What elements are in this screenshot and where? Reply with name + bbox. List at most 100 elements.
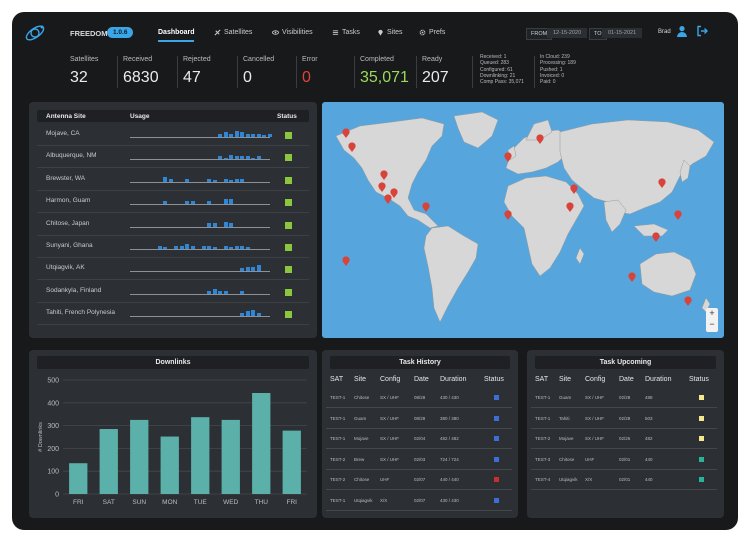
y-axis-label: # Downlinks — [38, 422, 44, 452]
usage-bar — [240, 245, 244, 249]
downlinks-chart: 0 100 200 300 400 500 # Downlinks FRI SAT SUN MON T… — [38, 378, 307, 506]
antenna-row[interactable]: Harmon, Guam — [37, 191, 309, 214]
antenna-row[interactable]: Utqiagvik, AK — [37, 258, 309, 281]
usage-bar — [245, 247, 250, 249]
nav-tasks[interactable]: Tasks — [332, 29, 360, 36]
column-header[interactable]: SAT — [330, 376, 343, 383]
downlinks-bar[interactable] — [282, 430, 301, 494]
status-indicator — [285, 199, 292, 207]
usage-bar — [223, 221, 228, 227]
nav-visibilities[interactable]: Visibilities — [272, 29, 313, 36]
usage-bar — [168, 178, 173, 182]
antenna-row[interactable]: Tahiti, French Polynesia — [37, 303, 309, 326]
to-date-input[interactable]: 01-15-2021 — [602, 28, 643, 38]
cell-date: 02/04 — [414, 436, 426, 441]
downlinks-bar[interactable] — [160, 436, 179, 494]
table-row[interactable]: TEST-1 Chitose SX / UHF 08/28 430 / 430 — [326, 388, 512, 408]
y-tick-label: 100 — [47, 469, 59, 476]
table-row[interactable]: TEST-1 Utqiagvik X/X 02/07 430 / 430 — [326, 491, 512, 511]
site-marker-icon[interactable] — [652, 232, 660, 242]
greenland-land — [453, 111, 499, 149]
table-row[interactable]: TEST-1 Guam SX / UHF 02/28 488 — [531, 388, 717, 408]
cell-duration: 380 / 380 — [440, 415, 459, 421]
downlinks-bar[interactable] — [69, 463, 88, 494]
column-header[interactable]: Duration — [440, 376, 466, 383]
usage-bar — [229, 247, 233, 249]
table-row[interactable]: TEST-2 Chitose UHF 02/07 440 / 440 — [326, 470, 512, 490]
cell-site: Mojave — [354, 436, 369, 441]
site-marker-icon[interactable] — [422, 202, 430, 212]
cell-site: Tahiti — [559, 415, 570, 421]
column-header[interactable]: Date — [619, 376, 634, 383]
table-row[interactable]: TEST-1 Mojave SX / UHF 02/04 482 / 482 — [326, 429, 512, 449]
status-indicator — [285, 176, 292, 184]
site-marker-icon[interactable] — [684, 296, 692, 306]
cell-config: SX / UHF — [380, 395, 400, 400]
nav-prefs[interactable]: Prefs — [419, 29, 445, 36]
antenna-row[interactable]: Brewster, WA — [37, 169, 309, 191]
column-header[interactable]: Status — [484, 376, 504, 383]
downlinks-bar[interactable] — [130, 419, 149, 494]
x-tick-label: MON — [162, 499, 177, 506]
column-header[interactable]: Config — [380, 376, 400, 383]
cell-date: 02/01 — [619, 477, 631, 482]
downlinks-bar[interactable] — [99, 429, 118, 494]
cell-duration: 482 / 482 — [440, 436, 459, 441]
nav-satellites[interactable]: Satellites — [214, 29, 252, 36]
table-row[interactable]: TEST-2 Brew SX / UHF 02/03 724 / 724 — [326, 450, 512, 470]
cell-config: SX / UHF — [380, 436, 400, 441]
downlinks-bar[interactable] — [221, 419, 240, 494]
usage-bar — [251, 133, 255, 137]
downlinks-bar[interactable] — [191, 417, 210, 494]
site-marker-icon[interactable] — [674, 210, 682, 220]
site-marker-icon[interactable] — [504, 210, 512, 220]
stat-completed: Completed 35,071 — [360, 56, 409, 87]
stat-divider — [416, 56, 417, 88]
stat-value: 0 — [243, 69, 252, 86]
user-icon[interactable] — [676, 25, 688, 37]
column-header[interactable]: Site — [354, 376, 366, 383]
table-row[interactable]: TEST-1 Guam SX / UHF 08/28 380 / 380 — [326, 409, 512, 429]
usage-bar — [234, 156, 239, 160]
table-row[interactable]: TEST-1 Tahiti SX / UHF 02/28 503 — [531, 409, 717, 429]
table-row[interactable]: TEST-3 Chitose UHF 02/01 440 — [531, 450, 717, 470]
nav-dashboard[interactable]: Dashboard — [158, 29, 195, 36]
antenna-row[interactable]: Sodankyla, Finland — [37, 281, 309, 303]
cell-duration: 440 — [645, 477, 653, 482]
logout-icon[interactable] — [696, 25, 708, 37]
site-marker-icon[interactable] — [342, 256, 350, 266]
cell-date: 02/26 — [619, 436, 631, 441]
column-header[interactable]: Duration — [645, 376, 671, 383]
usage-bar — [240, 156, 244, 160]
column-header[interactable]: Site — [559, 376, 571, 383]
site-marker-icon[interactable] — [384, 194, 392, 204]
usage-bar — [240, 313, 244, 317]
table-row[interactable]: TEST-4 Utqiagvik X/X 02/01 440 — [531, 470, 717, 490]
antenna-row[interactable]: Albuquerque, NM — [37, 146, 309, 169]
cell-sat: TEST-1 — [535, 415, 551, 421]
table-row[interactable]: TEST-2 Mojave SX / UHF 02/26 482 — [531, 429, 717, 449]
from-date-input[interactable]: 12-15-2020 — [547, 28, 588, 38]
usage-bar — [163, 201, 167, 205]
column-header[interactable]: Config — [585, 376, 605, 383]
antenna-row[interactable]: Mojave, CA — [37, 124, 309, 146]
status-indicator — [285, 288, 292, 296]
column-header[interactable]: Status — [689, 376, 709, 383]
cell-duration: 430 / 430 — [440, 395, 459, 400]
nav-prefs-label: Prefs — [429, 29, 446, 36]
stat-label: Rejected — [183, 56, 211, 63]
nav-sites[interactable]: Sites — [377, 29, 403, 36]
antenna-row[interactable]: Chitose, Japan — [37, 214, 309, 236]
cell-duration: 724 / 724 — [440, 456, 459, 462]
antenna-row[interactable]: Sunyani, Ghana — [37, 236, 309, 258]
cell-date: 02/03 — [414, 456, 426, 462]
world-map[interactable]: + − — [322, 102, 724, 338]
zoom-in-button[interactable]: + — [706, 308, 718, 319]
column-header[interactable]: Date — [414, 376, 429, 383]
usage-bar — [240, 178, 244, 182]
site-marker-icon[interactable] — [628, 272, 636, 282]
downlinks-bar[interactable] — [252, 392, 271, 494]
zoom-out-button[interactable]: − — [706, 319, 718, 330]
column-header[interactable]: SAT — [535, 376, 548, 383]
task-history-panel: Task History SAT Site Config Date Duration St… — [322, 350, 518, 518]
